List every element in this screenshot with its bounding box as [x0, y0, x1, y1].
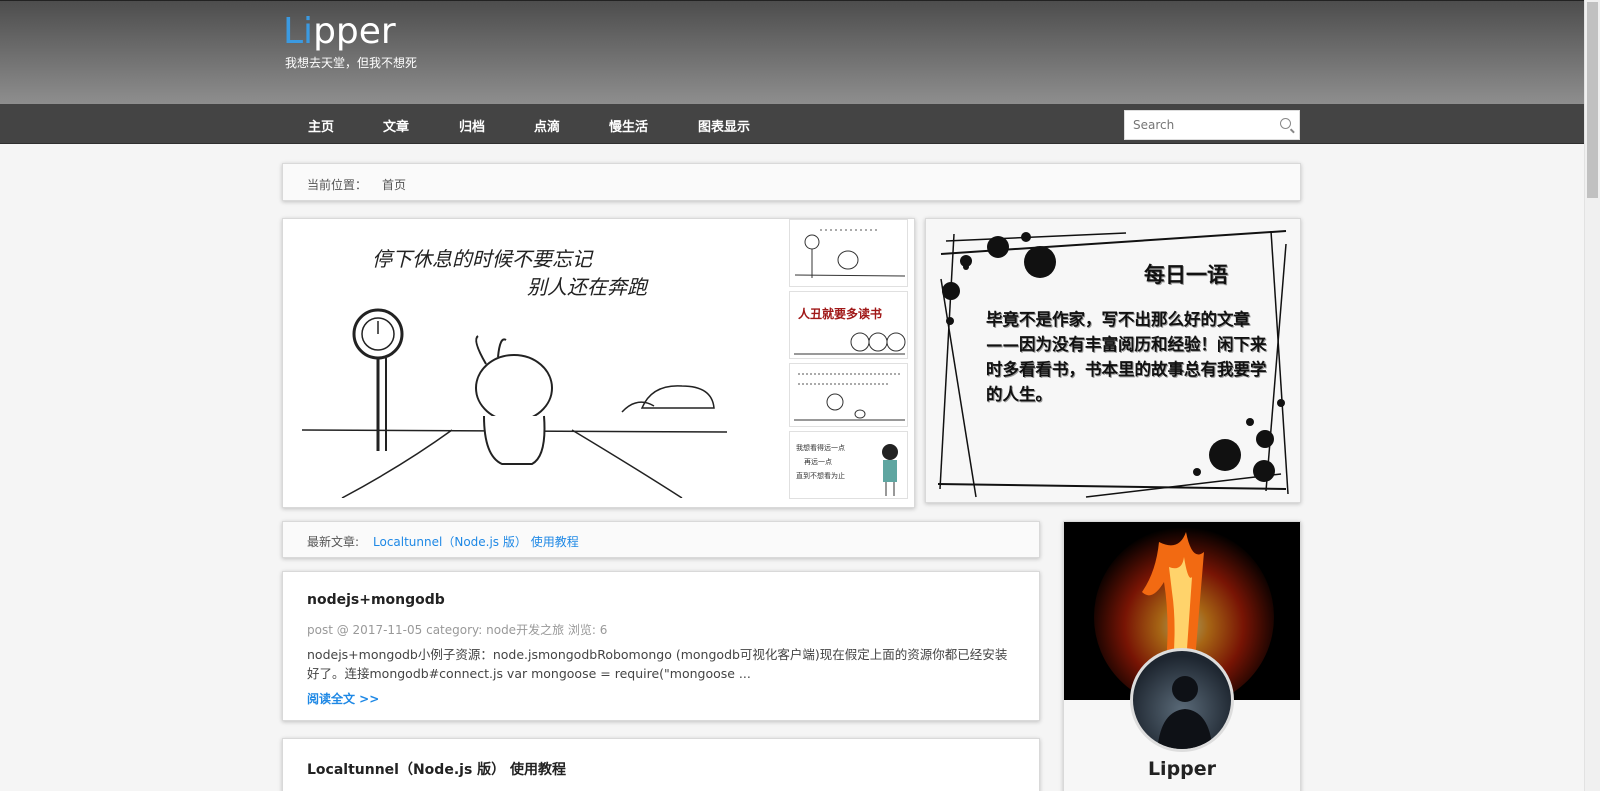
breadcrumb-label: 当前位置：: [307, 178, 368, 192]
avatar[interactable]: [1130, 648, 1234, 752]
logo-rest: pper: [313, 11, 396, 52]
nav-item-slow-life[interactable]: 慢生活: [609, 116, 648, 135]
profile-name: Lipper: [1147, 758, 1217, 780]
slider-main-image[interactable]: 停下休息的时候不要忘记 别人还在奔跑: [301, 236, 734, 499]
slider-caption-line1: 停下休息的时候不要忘记: [372, 247, 594, 271]
thumb-3-illustration: [794, 373, 905, 421]
search-box: [1124, 110, 1300, 140]
breadcrumb-current[interactable]: 首页: [382, 176, 406, 193]
latest-label: 最新文章:: [307, 535, 360, 549]
breadcrumb: 当前位置： 首页: [282, 163, 1301, 201]
thumb-4-line3: 直到不想看为止: [796, 471, 845, 480]
post-card: nodejs+mongodb post @ 2017-11-05 categor…: [282, 571, 1040, 721]
page-scrollbar[interactable]: [1584, 0, 1600, 791]
latest-article-bar: 最新文章: Localtunnel（Node.js 版） 使用教程: [282, 521, 1040, 558]
avatar-illustration: [1157, 676, 1213, 749]
slider-thumb-4[interactable]: 我想看得远一点 再远一点 直到不想看为止: [789, 431, 908, 499]
logo-accent: Li: [283, 11, 314, 52]
search-input[interactable]: [1125, 111, 1265, 139]
thumb-1-illustration: [794, 229, 906, 278]
nav-item-moments[interactable]: 点滴: [534, 116, 560, 135]
main-nav: 主页 文章 归档 点滴 慢生活 图表显示: [0, 104, 1584, 144]
slider-thumb-3[interactable]: [789, 363, 908, 427]
post-title[interactable]: nodejs+mongodb: [307, 592, 445, 608]
post-excerpt: nodejs+mongodb小例子资源：node.jsmongodbRobomo…: [307, 647, 1008, 681]
thumb-2-text: 人丑就要多读书: [798, 306, 882, 321]
nav-item-articles[interactable]: 文章: [383, 116, 409, 135]
slider-thumb-2[interactable]: 人丑就要多读书: [789, 291, 908, 359]
quote-title: 每日一语: [1144, 263, 1228, 287]
thumb-2-illustration: 人丑就要多读书: [794, 306, 906, 355]
thumb-4-line1: 我想看得远一点: [796, 443, 845, 452]
search-icon[interactable]: [1280, 118, 1291, 129]
read-more-link[interactable]: 阅读全文 >>: [307, 690, 379, 707]
slider-illustration: 停下休息的时候不要忘记 别人还在奔跑: [301, 247, 728, 499]
site-logo[interactable]: Lipper: [283, 11, 396, 52]
post-title[interactable]: Localtunnel（Node.js 版） 使用教程: [307, 759, 566, 779]
thumb-4-illustration: 我想看得远一点 再远一点 直到不想看为止: [796, 443, 898, 496]
site-tagline: 我想去天堂，但我不想死: [285, 56, 418, 70]
thumb-4-line2: 再远一点: [804, 458, 832, 466]
latest-article-link[interactable]: Localtunnel（Node.js 版） 使用教程: [373, 533, 579, 550]
scrollbar-thumb[interactable]: [1587, 2, 1598, 198]
slider-thumb-1[interactable]: [789, 219, 908, 287]
post-card: Localtunnel（Node.js 版） 使用教程: [282, 738, 1040, 791]
image-slider: 停下休息的时候不要忘记 别人还在奔跑 人丑就要多读书 我想看得远一点 再远一点 …: [282, 218, 915, 508]
post-meta: post @ 2017-11-05 category: node开发之旅 浏览:…: [307, 623, 608, 637]
slider-caption-line2: 别人还在奔跑: [527, 275, 649, 299]
nav-item-charts[interactable]: 图表显示: [698, 116, 750, 135]
nav-item-archive[interactable]: 归档: [459, 116, 485, 135]
site-header: Lipper 我想去天堂，但我不想死: [0, 0, 1584, 104]
profile-card: Lipper: [1063, 521, 1301, 791]
daily-quote-card: 每日一语 毕竟不是作家，写不出那么好的文章——因为没有丰富阅历和经验！闲下来时多…: [925, 218, 1301, 503]
quote-text: 毕竟不是作家，写不出那么好的文章——因为没有丰富阅历和经验！闲下来时多看看书，书…: [986, 310, 1267, 404]
nav-item-home[interactable]: 主页: [308, 116, 334, 135]
